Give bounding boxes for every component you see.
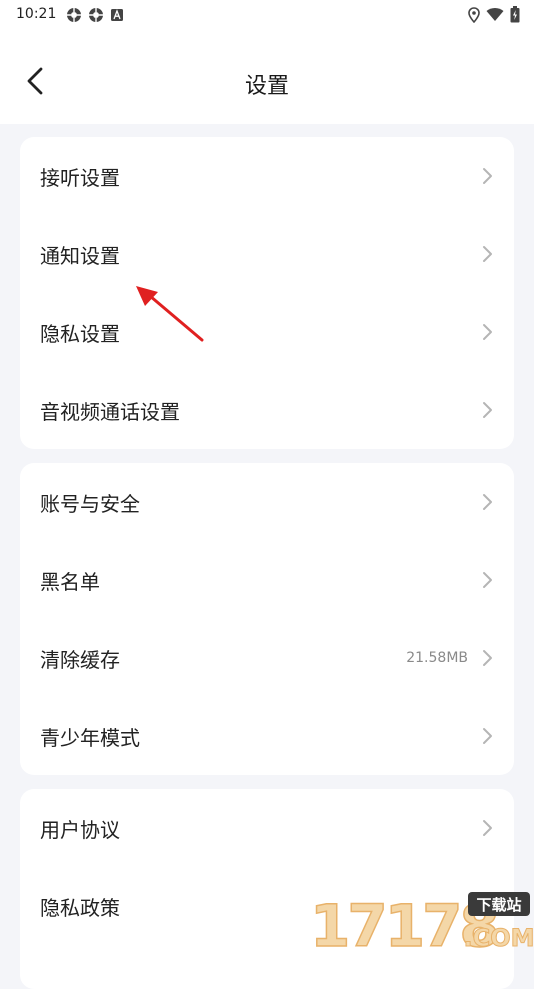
settings-item-teen-mode[interactable]: 青少年模式	[20, 697, 514, 775]
settings-item-label: 通知设置	[40, 243, 120, 268]
settings-item-label: 清除缓存	[40, 647, 120, 672]
settings-item-label: 账号与安全	[40, 491, 140, 516]
wifi-icon	[486, 8, 504, 21]
settings-item-answer[interactable]: 接听设置	[20, 137, 514, 215]
settings-item-label: 用户协议	[40, 817, 120, 842]
chevron-right-icon	[483, 324, 492, 340]
settings-item-blacklist[interactable]: 黑名单	[20, 541, 514, 619]
settings-item-account-security[interactable]: 账号与安全	[20, 463, 514, 541]
settings-item-notification[interactable]: 通知设置	[20, 215, 514, 293]
settings-item-label: 接听设置	[40, 165, 120, 190]
app-header: 设置	[0, 30, 534, 124]
chevron-right-icon	[483, 820, 492, 836]
status-time: 10:21	[16, 6, 57, 22]
notification-a-icon	[111, 9, 123, 21]
watermark-logo: 17178 下载站 .COM	[309, 891, 534, 950]
chevron-right-icon	[483, 246, 492, 262]
chevron-right-icon	[483, 650, 492, 666]
notification-app-icon	[89, 8, 103, 22]
page-title: 设置	[244, 74, 289, 99]
settings-item-label: 音视频通话设置	[40, 399, 180, 424]
battery-icon	[510, 6, 520, 23]
cache-size-value: 21.58MB	[406, 650, 468, 666]
settings-item-privacy[interactable]: 隐私设置	[20, 293, 514, 371]
settings-item-clear-cache[interactable]: 清除缓存 21.58MB	[20, 619, 514, 697]
settings-group-3: 用户协议 隐私政策	[20, 789, 514, 989]
settings-item-av-call[interactable]: 音视频通话设置	[20, 371, 514, 449]
status-icons-right	[468, 6, 520, 23]
status-bar: 10:21	[0, 0, 534, 30]
chevron-right-icon	[483, 728, 492, 744]
settings-item-label: 黑名单	[40, 569, 100, 594]
watermark-domain: .COM	[463, 924, 534, 950]
annotation-arrow-icon	[136, 286, 204, 342]
watermark-badge: 下载站	[476, 896, 521, 914]
settings-item-label: 隐私政策	[40, 895, 120, 920]
settings-item-label: 青少年模式	[40, 725, 140, 750]
chevron-right-icon	[483, 168, 492, 184]
chevron-right-icon	[483, 494, 492, 510]
location-icon	[468, 6, 480, 23]
settings-item-label: 隐私设置	[40, 321, 120, 346]
chevron-right-icon	[483, 402, 492, 418]
settings-group-1: 接听设置 通知设置 隐私设置 音视频通话设置	[20, 137, 514, 449]
status-icons-left	[66, 7, 124, 23]
settings-item-user-agreement[interactable]: 用户协议	[20, 789, 514, 867]
chevron-right-icon	[483, 572, 492, 588]
settings-group-2: 账号与安全 黑名单 清除缓存 21.58MB 青少年模式	[20, 463, 514, 775]
notification-app-icon	[67, 8, 81, 22]
